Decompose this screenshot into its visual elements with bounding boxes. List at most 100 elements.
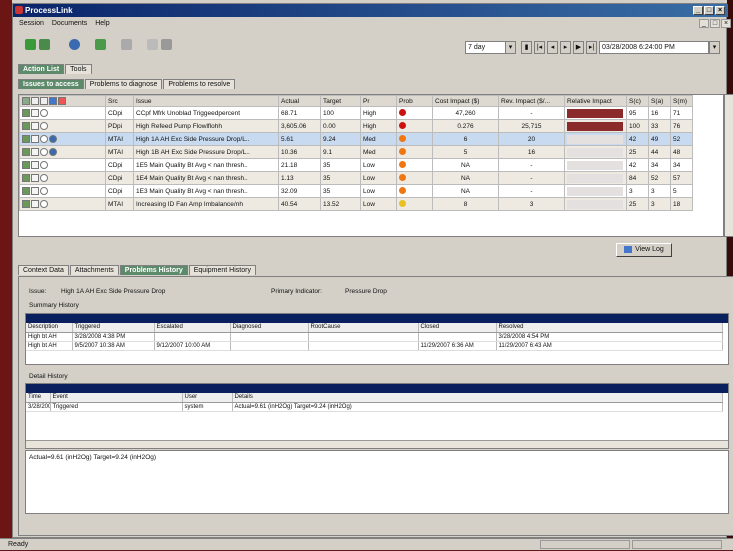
- col-icons[interactable]: [19, 95, 106, 107]
- tab-issues-to-access[interactable]: Issues to access: [18, 79, 84, 89]
- tab-action-list[interactable]: Action List: [18, 64, 65, 74]
- print-icon[interactable]: [147, 39, 158, 50]
- table-row[interactable]: CDpi 1E4 Main Quality Bt Avg < nan thresh…: [19, 171, 693, 185]
- chart-icon[interactable]: [95, 39, 106, 50]
- grid-scrollbar[interactable]: [724, 94, 733, 237]
- magnifier-icon[interactable]: [40, 200, 48, 208]
- table-row[interactable]: MTAI Increasing ID Fan Amp Imbalance/nh 40…: [19, 197, 693, 211]
- summary-col[interactable]: Closed: [418, 323, 497, 333]
- tab-problems-to-resolve[interactable]: Problems to resolve: [163, 79, 236, 89]
- document-icon[interactable]: [31, 174, 39, 182]
- table-row[interactable]: PDpi High Refeed Pump Flowlflohh 3,605.06 0…: [19, 119, 693, 133]
- link-icon[interactable]: [49, 148, 57, 156]
- col-src[interactable]: Src: [105, 95, 134, 107]
- link-icon[interactable]: [49, 135, 57, 143]
- maximize-icon[interactable]: □: [704, 6, 714, 15]
- detail-col[interactable]: User: [182, 393, 233, 403]
- document-icon[interactable]: [31, 161, 39, 169]
- menu-documents[interactable]: Documents: [52, 20, 87, 27]
- row-icons[interactable]: [19, 184, 106, 198]
- menu-help[interactable]: Help: [95, 20, 109, 27]
- table-row[interactable]: CDpi CCpf Mfrk Unoblad Triggeedpercent 68.…: [19, 106, 693, 120]
- row-icons[interactable]: [19, 158, 106, 172]
- chart-icon[interactable]: [22, 161, 30, 169]
- magnifier-icon[interactable]: [40, 109, 48, 117]
- chart-icon[interactable]: [22, 174, 30, 182]
- add-icon[interactable]: [25, 39, 36, 50]
- datetime-dropdown-icon[interactable]: ▾: [709, 41, 720, 54]
- table-row[interactable]: High bt AH 9/5/2007 10:38 AM 9/12/2007 10:…: [26, 341, 723, 351]
- tab-problems-to-diagnose[interactable]: Problems to diagnose: [84, 79, 163, 89]
- magnifier-icon[interactable]: [40, 174, 48, 182]
- table-row[interactable]: CDpi 1E3 Main Quality Bt Avg < nan thresh…: [19, 184, 693, 198]
- row-icons[interactable]: [19, 171, 106, 185]
- minimize-icon[interactable]: _: [693, 6, 703, 15]
- chart-icon[interactable]: [22, 200, 30, 208]
- row-icons[interactable]: [19, 132, 106, 146]
- row-icons[interactable]: [19, 119, 106, 133]
- document-icon[interactable]: [31, 109, 39, 117]
- col-cost-impact[interactable]: Cost Impact ($): [432, 95, 499, 107]
- magnifier-icon[interactable]: [40, 187, 48, 195]
- tool-icon[interactable]: [121, 39, 132, 50]
- refresh-icon[interactable]: [69, 39, 80, 50]
- row-icons[interactable]: [19, 106, 106, 120]
- summary-col[interactable]: Resolved: [496, 323, 723, 333]
- col-sc[interactable]: S(c): [626, 95, 649, 107]
- col-relative-impact[interactable]: Relative Impact: [564, 95, 627, 107]
- row-icons[interactable]: [19, 197, 106, 211]
- document-icon[interactable]: [31, 200, 39, 208]
- view-log-button[interactable]: View Log: [616, 243, 672, 257]
- detail-col[interactable]: Time: [26, 393, 51, 403]
- summary-col[interactable]: Escalated: [154, 323, 231, 333]
- datetime-field[interactable]: 03/28/2008 6:24:00 PM: [599, 41, 709, 54]
- document-icon[interactable]: [31, 187, 39, 195]
- summary-col[interactable]: Triggered: [72, 323, 155, 333]
- detail-col[interactable]: Event: [50, 393, 183, 403]
- magnifier-icon[interactable]: [40, 135, 48, 143]
- col-prob[interactable]: Prob: [396, 95, 433, 107]
- child-restore-icon[interactable]: □: [710, 19, 720, 28]
- col-actual[interactable]: Actual: [278, 95, 321, 107]
- document-icon[interactable]: [31, 135, 39, 143]
- last-icon[interactable]: ▸|: [586, 41, 597, 54]
- magnifier-icon[interactable]: [40, 148, 48, 156]
- tab-tools[interactable]: Tools: [65, 64, 92, 74]
- table-row[interactable]: CDpi 1E5 Main Quality Bt Avg < nan thresh…: [19, 158, 693, 172]
- magnifier-icon[interactable]: [40, 122, 48, 130]
- chart-icon[interactable]: [22, 109, 30, 117]
- col-sm[interactable]: S(m): [670, 95, 693, 107]
- table-row[interactable]: MTAI High 1A AH Exc Side Pressure Drop/L.…: [19, 132, 693, 146]
- tab-equipment-history[interactable]: Equipment History: [188, 265, 256, 275]
- table-row[interactable]: High bt AH 3/28/2008 4:38 PM 3/28/2008 4:5…: [26, 332, 723, 342]
- next-icon[interactable]: ▸: [560, 41, 571, 54]
- row-icons[interactable]: [19, 145, 106, 159]
- child-close-icon[interactable]: ×: [721, 19, 731, 28]
- col-target[interactable]: Target: [320, 95, 361, 107]
- previous-icon[interactable]: ◂: [547, 41, 558, 54]
- magnifier-icon[interactable]: [40, 161, 48, 169]
- menu-session[interactable]: Session: [19, 20, 44, 27]
- chevron-down-icon[interactable]: ▾: [505, 41, 516, 54]
- tab-attachments[interactable]: Attachments: [69, 265, 119, 275]
- summary-col[interactable]: RootCause: [308, 323, 419, 333]
- close-icon[interactable]: ×: [715, 6, 725, 15]
- table-row[interactable]: MTAI High 1B AH Exc Side Pressure Drop/L.…: [19, 145, 693, 159]
- col-issue[interactable]: Issue: [133, 95, 279, 107]
- chart-icon[interactable]: [22, 122, 30, 130]
- document-icon[interactable]: [31, 148, 39, 156]
- col-priority[interactable]: Pr: [360, 95, 397, 107]
- detail-hscrollbar[interactable]: [26, 440, 728, 448]
- chart-icon[interactable]: [22, 187, 30, 195]
- detail-col[interactable]: Details: [232, 393, 723, 403]
- detail-text-area[interactable]: Actual=9.61 (inH2Og) Target=9.24 (inH2Og…: [25, 450, 729, 514]
- table-row[interactable]: 3/28/2008 6:0TriggeredsystemActual=9.61 …: [26, 402, 723, 412]
- play-icon[interactable]: ▶: [573, 41, 584, 54]
- first-icon[interactable]: |◂: [534, 41, 545, 54]
- col-rev-impact[interactable]: Rev. Impact ($/...: [498, 95, 565, 107]
- chart-icon[interactable]: [22, 135, 30, 143]
- child-minimize-icon[interactable]: _: [699, 19, 709, 28]
- tab-context-data[interactable]: Context Data: [18, 265, 69, 275]
- tab-problems-history[interactable]: Problems History: [119, 265, 188, 275]
- document-icon[interactable]: [31, 122, 39, 130]
